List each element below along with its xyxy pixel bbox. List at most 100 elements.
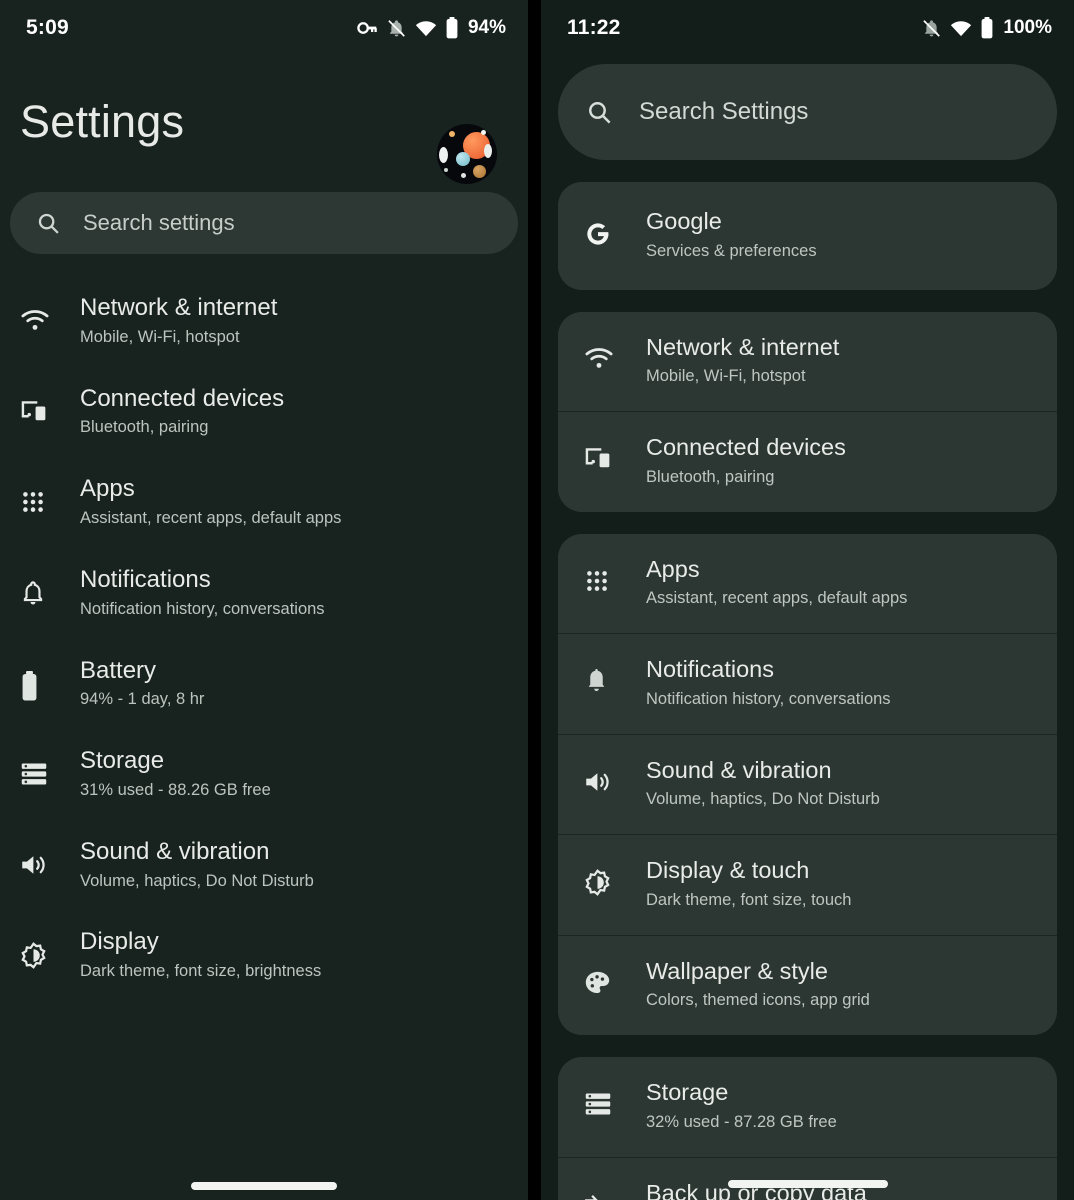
list-item-title: Sound & vibration	[80, 838, 269, 865]
list-item-subtitle: 31% used - 88.26 GB free	[80, 781, 271, 801]
list-item-title: Network & internet	[646, 334, 839, 360]
list-item-subtitle: Assistant, recent apps, default apps	[646, 589, 907, 609]
right-status-bar: 11:22 100%	[541, 0, 1074, 56]
volume-icon	[20, 838, 70, 878]
list-item[interactable]: Connected devices Bluetooth, pairing	[0, 367, 528, 458]
list-item[interactable]: Display Dark theme, font size, brightnes…	[0, 910, 528, 1001]
left-phone-screen: 5:09 94%	[0, 0, 528, 1200]
list-item-subtitle: Volume, haptics, Do Not Disturb	[80, 872, 314, 892]
wifi-icon	[415, 20, 437, 37]
avatar[interactable]	[437, 124, 497, 184]
dual-screenshot-comparison: 5:09 94%	[0, 0, 1074, 1200]
list-item-subtitle: Bluetooth, pairing	[646, 468, 846, 488]
list-item-subtitle: Dark theme, font size, touch	[646, 891, 851, 911]
brightness-icon	[584, 857, 636, 896]
bell-icon	[584, 656, 636, 694]
google-g-icon	[584, 208, 636, 248]
devices-icon	[20, 385, 70, 422]
list-item-title: Wallpaper & style	[646, 958, 828, 984]
home-gesture-bar[interactable]	[728, 1180, 888, 1188]
list-item[interactable]: Display & touch Dark theme, font size, t…	[558, 834, 1057, 935]
list-item-title: Storage	[80, 747, 164, 774]
list-item-subtitle: Notification history, conversations	[646, 690, 891, 710]
list-item-title: Notifications	[646, 656, 774, 682]
volume-icon	[584, 757, 636, 795]
status-clock: 5:09	[26, 16, 69, 40]
list-item-title: Storage	[646, 1079, 728, 1105]
list-item-title: Apps	[646, 556, 700, 582]
list-item-subtitle: Bluetooth, pairing	[80, 418, 284, 438]
home-gesture-bar[interactable]	[191, 1182, 337, 1190]
list-item-title: Display	[80, 928, 159, 955]
battery-icon	[981, 17, 993, 39]
list-item[interactable]: Notifications Notification history, conv…	[0, 548, 528, 639]
list-item[interactable]: Storage 32% used - 87.28 GB free	[558, 1057, 1057, 1157]
list-item-title: Connected devices	[80, 385, 284, 412]
list-item[interactable]: Back up or copy data Back up data, bring…	[558, 1157, 1057, 1200]
list-item[interactable]: Notifications Notification history, conv…	[558, 633, 1057, 734]
list-item-subtitle: 94% - 1 day, 8 hr	[80, 690, 204, 710]
wifi-icon	[20, 294, 70, 331]
search-input[interactable]: Search settings	[10, 192, 518, 254]
list-item-subtitle: Dark theme, font size, brightness	[80, 962, 321, 982]
search-placeholder: Search settings	[83, 210, 235, 236]
list-item-subtitle: Mobile, Wi-Fi, hotspot	[646, 367, 839, 387]
list-item-title: Battery	[80, 657, 156, 684]
list-item[interactable]: Battery 94% - 1 day, 8 hr	[0, 639, 528, 730]
bell-icon	[20, 566, 70, 607]
right-phone-screen: 11:22 100% Search Settings	[541, 0, 1074, 1200]
settings-group-connectivity: Network & internet Mobile, Wi-Fi, hotspo…	[558, 312, 1057, 512]
apps-grid-icon	[584, 556, 636, 594]
status-system-icons: 94%	[357, 17, 506, 39]
settings-group-device: Apps Assistant, recent apps, default app…	[558, 534, 1057, 1036]
list-item[interactable]: Connected devices Bluetooth, pairing	[558, 411, 1057, 512]
list-item[interactable]: Wallpaper & style Colors, themed icons, …	[558, 935, 1057, 1036]
list-item[interactable]: Apps Assistant, recent apps, default app…	[0, 457, 528, 548]
list-item-subtitle: Mobile, Wi-Fi, hotspot	[80, 328, 277, 348]
settings-group-storage: Storage 32% used - 87.28 GB free Back up…	[558, 1057, 1057, 1200]
notifications-off-icon	[387, 19, 406, 38]
settings-list: Network & internet Mobile, Wi-Fi, hotspo…	[0, 276, 528, 1001]
battery-icon	[20, 657, 70, 701]
list-item-subtitle: 32% used - 87.28 GB free	[646, 1113, 837, 1133]
list-item-subtitle: Services & preferences	[646, 242, 817, 262]
devices-icon	[584, 434, 636, 469]
list-item[interactable]: Network & internet Mobile, Wi-Fi, hotspo…	[558, 312, 1057, 412]
list-item-title: Connected devices	[646, 434, 846, 460]
vpn-key-icon	[357, 21, 378, 35]
list-item-title: Apps	[80, 475, 135, 502]
list-item[interactable]: Sound & vibration Volume, haptics, Do No…	[558, 734, 1057, 835]
list-item-title: Google	[646, 208, 722, 234]
search-placeholder: Search Settings	[639, 98, 808, 126]
battery-percent-label: 100%	[1003, 17, 1052, 39]
list-item-subtitle: Colors, themed icons, app grid	[646, 991, 870, 1011]
panel-divider	[528, 0, 541, 1200]
list-item-title: Display & touch	[646, 857, 809, 883]
list-item-title: Sound & vibration	[646, 757, 832, 783]
settings-group-google: Google Services & preferences	[558, 182, 1057, 290]
apps-grid-icon	[20, 475, 70, 515]
list-item[interactable]: Google Services & preferences	[558, 182, 1057, 290]
search-icon	[586, 99, 613, 126]
search-input[interactable]: Search Settings	[558, 64, 1057, 160]
palette-icon	[584, 958, 636, 996]
list-item[interactable]: Storage 31% used - 88.26 GB free	[0, 729, 528, 820]
list-item-subtitle: Assistant, recent apps, default apps	[80, 509, 341, 529]
list-item[interactable]: Network & internet Mobile, Wi-Fi, hotspo…	[0, 276, 528, 367]
battery-icon	[446, 17, 458, 39]
list-item[interactable]: Apps Assistant, recent apps, default app…	[558, 534, 1057, 634]
notifications-off-icon	[922, 19, 941, 38]
storage-icon	[584, 1079, 636, 1117]
wifi-icon	[950, 20, 972, 37]
storage-icon	[20, 747, 70, 787]
list-item[interactable]: Sound & vibration Volume, haptics, Do No…	[0, 820, 528, 911]
transfer-icon	[584, 1180, 636, 1200]
list-item-subtitle: Notification history, conversations	[80, 600, 325, 620]
brightness-icon	[20, 928, 70, 969]
list-item-title: Network & internet	[80, 294, 277, 321]
list-item-subtitle: Volume, haptics, Do Not Disturb	[646, 790, 880, 810]
status-clock: 11:22	[567, 16, 621, 40]
search-icon	[36, 211, 61, 236]
list-item-title: Notifications	[80, 566, 211, 593]
wifi-icon	[584, 334, 636, 369]
